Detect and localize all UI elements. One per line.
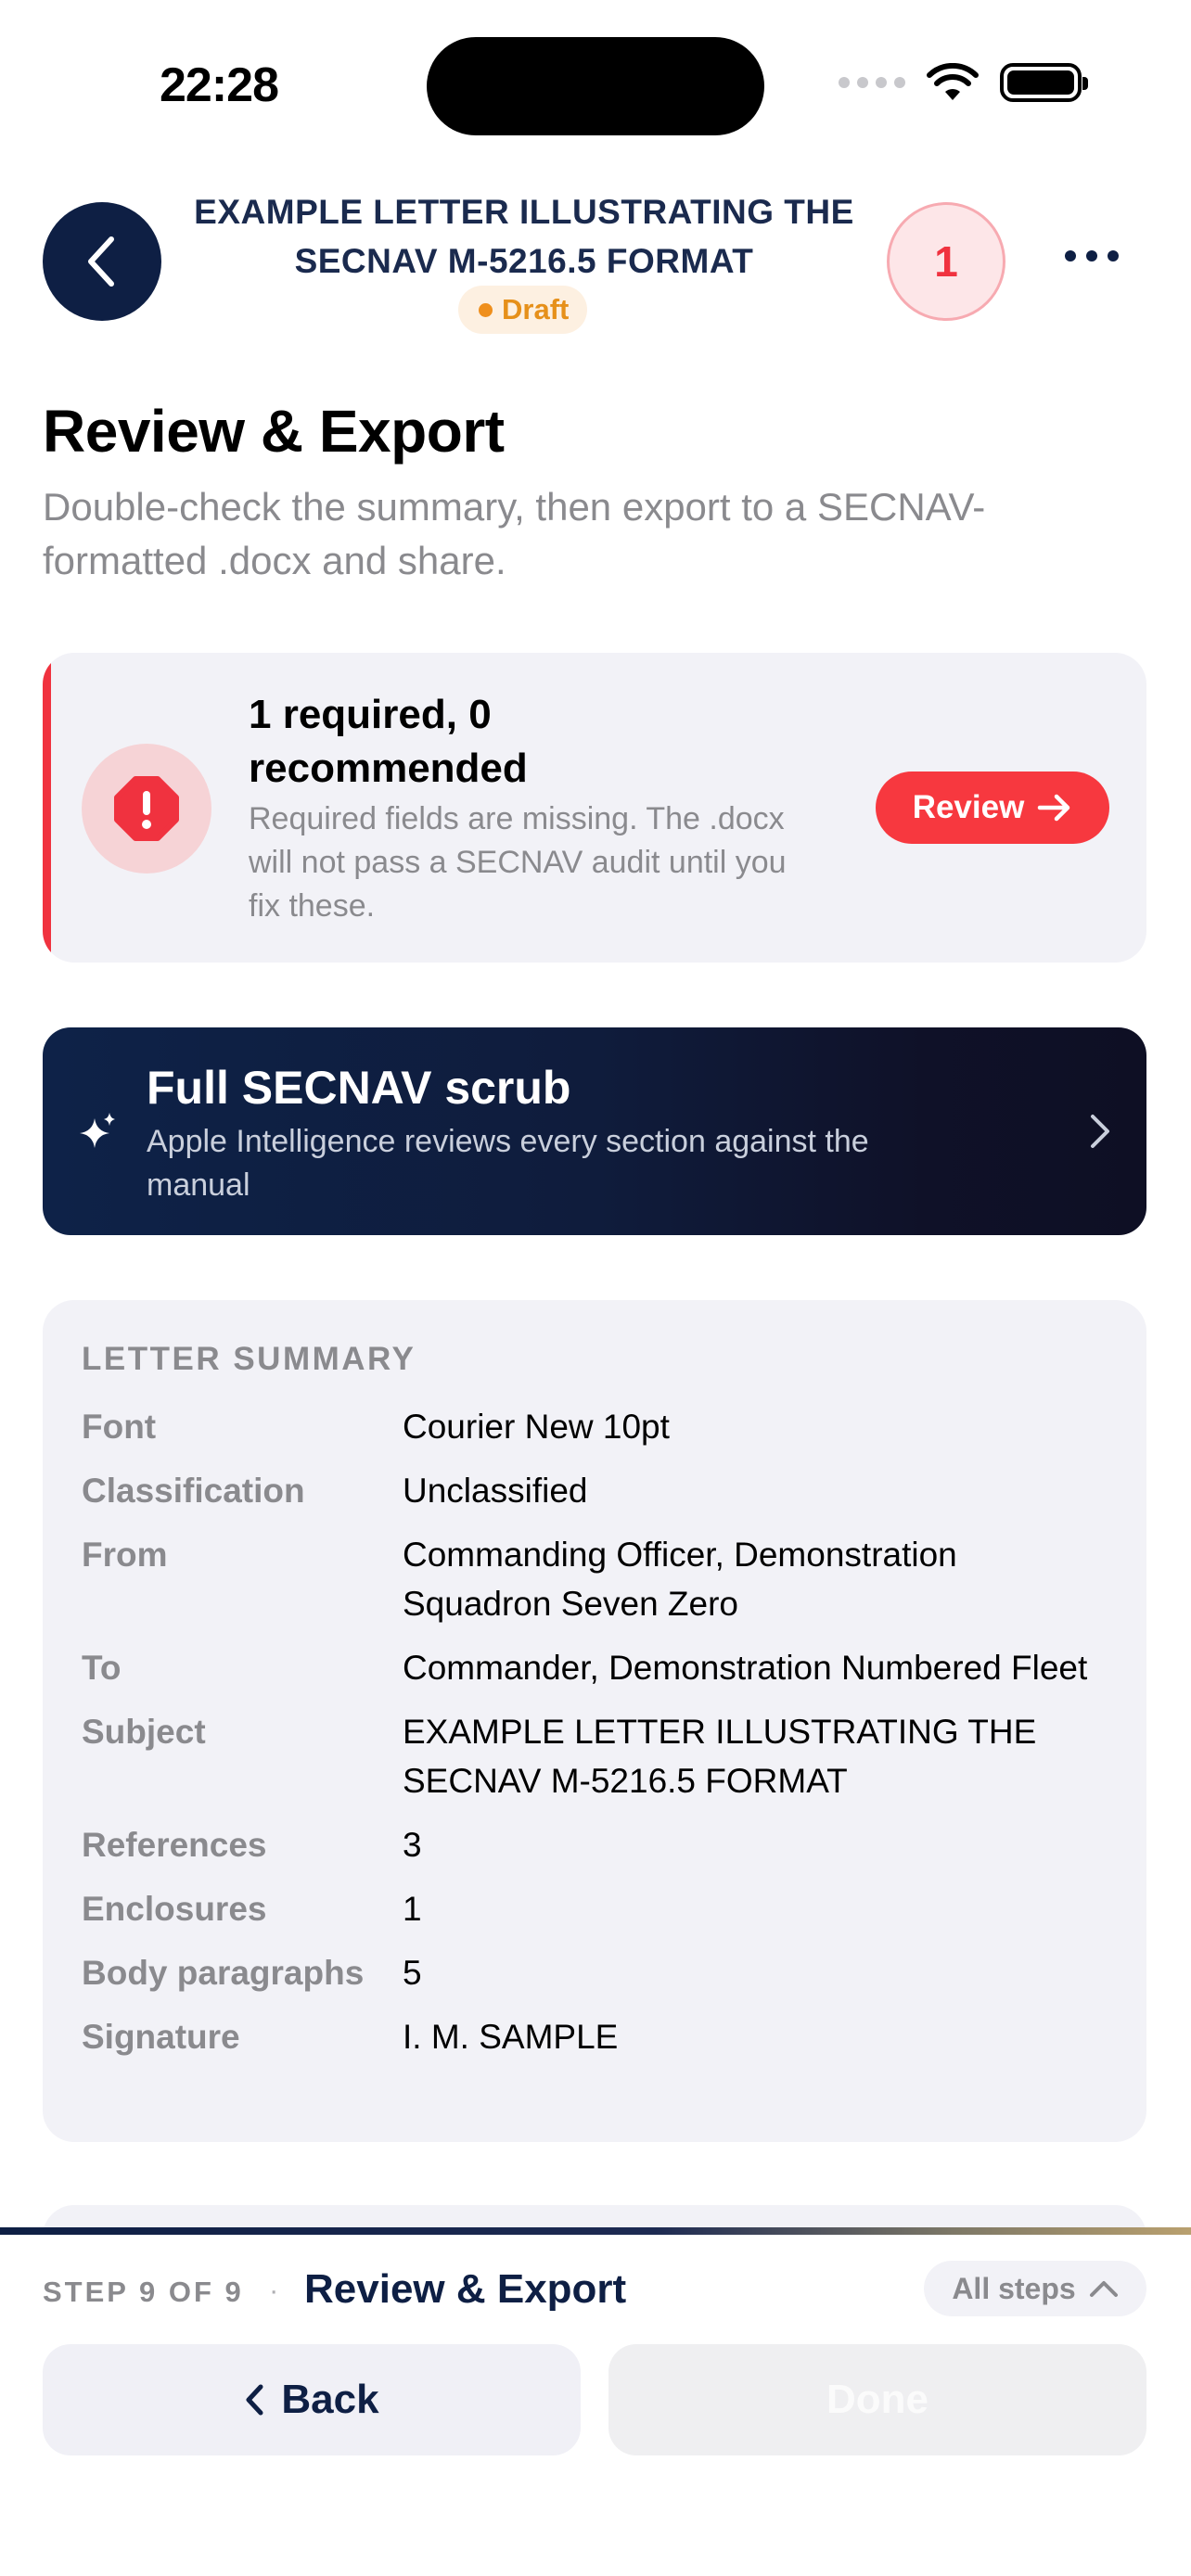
battery-icon [1000, 63, 1088, 102]
dynamic-island [427, 37, 764, 135]
summary-label: Subject [82, 1713, 206, 1751]
review-button-label: Review [912, 789, 1025, 825]
chevron-up-icon [1089, 2281, 1118, 2297]
step-progress-bar [0, 2227, 1191, 2235]
done-label: Done [826, 2377, 928, 2422]
exclamation-octagon-icon [114, 776, 179, 841]
draft-dot-icon [479, 302, 493, 317]
summary-row-enclosures: Enclosures 1 [82, 1884, 1111, 1933]
summary-value: Unclassified [403, 1472, 588, 1510]
alert-description: Required fields are missing. The .docx w… [249, 801, 787, 924]
summary-row-subject: Subject EXAMPLE LETTER ILLUSTRATING THE … [82, 1707, 1111, 1805]
summary-row-body-paragraphs: Body paragraphs 5 [82, 1948, 1111, 1997]
summary-rows: Font Courier New 10pt Classification Unc… [82, 1402, 1111, 2076]
sparkles-icon [80, 1113, 115, 1148]
summary-label: From [82, 1536, 168, 1574]
full-scrub-button[interactable]: Full SECNAV scrub Apple Intelligence rev… [43, 1027, 1146, 1235]
summary-row-classification: Classification Unclassified [82, 1466, 1111, 1515]
step-counter: STEP 9 OF 9 [43, 2276, 244, 2308]
summary-row-references: References 3 [82, 1820, 1111, 1869]
cellular-signal-icon [839, 77, 905, 88]
summary-value: Commander, Demonstration Numbered Fleet [403, 1649, 1088, 1687]
summary-row-font: Font Courier New 10pt [82, 1402, 1111, 1451]
back-step-label: Back [281, 2377, 379, 2422]
summary-value: 5 [403, 1954, 422, 1992]
summary-label: References [82, 1826, 267, 1864]
back-button[interactable] [43, 202, 161, 321]
summary-label: Enclosures [82, 1890, 267, 1928]
summary-value: 3 [403, 1826, 422, 1864]
summary-row-from: From Commanding Officer, Demonstration S… [82, 1530, 1111, 1628]
more-options-button[interactable] [1065, 250, 1119, 261]
scrub-title: Full SECNAV scrub [147, 1062, 571, 1114]
summary-label: Signature [82, 2018, 240, 2056]
summary-row-signature: Signature I. M. SAMPLE [82, 2012, 1111, 2061]
alert-title: 1 required, 0 recommended [249, 692, 528, 791]
all-steps-label: All steps [952, 2271, 1076, 2305]
status-time: 22:28 [160, 58, 279, 112]
arrow-right-icon [1038, 794, 1070, 822]
status-badge-label: Draft [502, 293, 570, 325]
step-separator: · [269, 2274, 279, 2306]
page-title: Review & Export [43, 398, 505, 465]
chevron-right-icon [1091, 1115, 1109, 1148]
summary-value: EXAMPLE LETTER ILLUSTRATING THE SECNAV M… [403, 1713, 1037, 1800]
chevron-left-icon [88, 236, 114, 287]
summary-heading: LETTER SUMMARY [82, 1341, 416, 1377]
summary-value: 1 [403, 1890, 422, 1928]
review-button[interactable]: Review [876, 772, 1109, 844]
step-title: Review & Export [304, 2266, 627, 2312]
step-footer: STEP 9 OF 9 · Review & Export All steps … [0, 2227, 1191, 2576]
summary-value: Commanding Officer, Demonstration Squadr… [403, 1536, 957, 1623]
alert-icon-badge [82, 744, 211, 874]
summary-row-to: To Commander, Demonstration Numbered Fle… [82, 1643, 1111, 1692]
summary-value: Courier New 10pt [403, 1408, 670, 1446]
summary-label: Font [82, 1408, 157, 1446]
issues-count-button[interactable]: 1 [887, 202, 1005, 321]
ellipsis-icon [1065, 250, 1076, 261]
chevron-left-icon [246, 2384, 263, 2416]
letter-summary-card: LETTER SUMMARY Font Courier New 10pt Cla… [43, 1300, 1146, 2142]
back-step-button[interactable]: Back [43, 2344, 581, 2455]
page-subtitle: Double-check the summary, then export to… [43, 485, 986, 582]
summary-label: To [82, 1649, 122, 1687]
alert-accent-bar [43, 653, 51, 963]
validation-alert-card: 1 required, 0 recommended Required field… [43, 653, 1146, 963]
summary-label: Body paragraphs [82, 1954, 365, 1992]
scrub-description: Apple Intelligence reviews every section… [147, 1124, 869, 1203]
status-icons [839, 63, 1088, 102]
done-button[interactable]: Done [608, 2344, 1146, 2455]
summary-label: Classification [82, 1472, 305, 1510]
all-steps-button[interactable]: All steps [924, 2261, 1146, 2316]
wifi-icon [927, 63, 979, 100]
status-badge: Draft [458, 286, 588, 334]
summary-value: I. M. SAMPLE [403, 2018, 619, 2056]
document-title: EXAMPLE LETTER ILLUSTRATING THE SECNAV M… [194, 193, 854, 280]
